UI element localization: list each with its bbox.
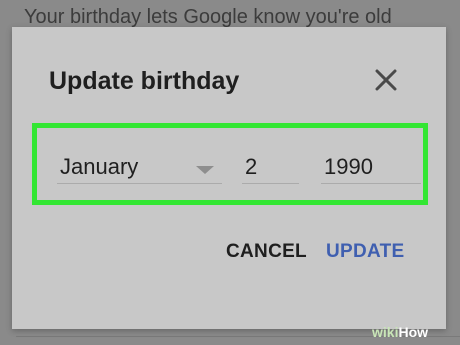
update-birthday-dialog: Update birthday January 2 1990 CANCEL UP… [12,27,446,329]
day-input[interactable]: 2 [242,150,299,184]
cancel-button[interactable]: CANCEL [226,241,307,263]
close-button[interactable] [369,63,403,97]
month-underline [57,183,222,184]
day-value: 2 [245,154,258,179]
dialog-title: Update birthday [49,67,240,95]
watermark-prefix: wiki [372,324,399,340]
year-input[interactable]: 1990 [321,150,421,184]
year-value: 1990 [324,154,373,179]
year-underline [321,183,421,184]
watermark-suffix: How [398,324,429,340]
month-select[interactable]: January [57,150,222,184]
day-underline [242,183,299,184]
close-icon [375,69,397,91]
wikihow-watermark: wikiHow [372,324,428,340]
month-value: January [60,154,139,179]
dropdown-arrow-icon [196,166,214,174]
birthday-fields-highlight: January 2 1990 [32,123,428,205]
background-description-text: Your birthday lets Google know you're ol… [24,6,392,28]
update-button[interactable]: UPDATE [326,241,405,263]
